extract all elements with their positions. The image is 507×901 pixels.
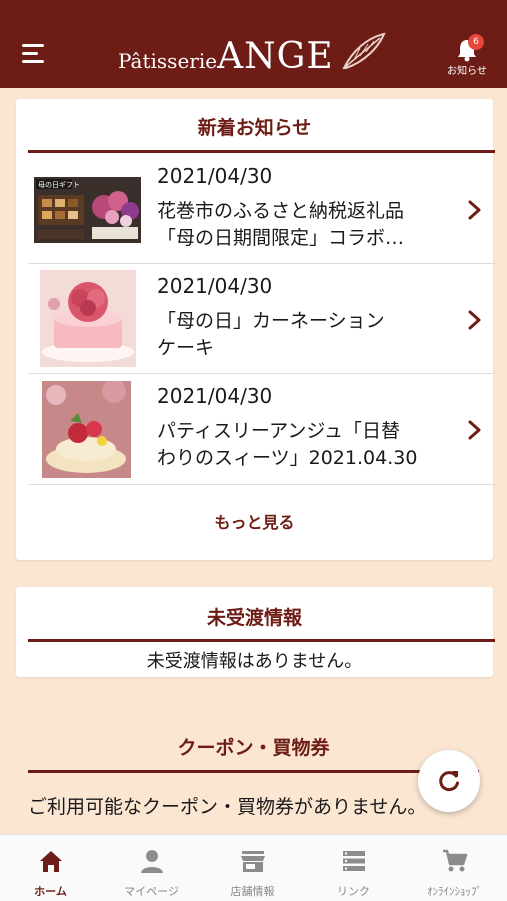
pending-message: 未受渡情報はありません。 [146,651,363,672]
app-header: PâtisserieANGE 6 お知らせ [0,0,507,88]
news-divider [28,263,495,264]
news-headline[interactable]: パティスリーアンジュ「日替 わりのスィーツ」2021.04.30 [157,418,457,472]
cart-icon [443,849,468,872]
nav-label: マイページ [124,885,179,898]
coupon-message: ご利用可能なクーポン・買物券がありません。 [28,796,427,818]
list-icon [343,851,365,871]
gift-box-photo-icon: 母の日ギフト [34,177,141,243]
news-thumbnail-gift: 母の日ギフト [34,177,141,243]
news-thumbnail-cake [40,270,136,367]
pending-title: 未受渡情報 [206,607,302,629]
nav-link[interactable]: リンク [303,835,404,901]
news-date: 2021/04/30 [157,274,273,298]
home-icon [40,851,62,872]
pending-card: 未受渡情報 未受渡情報はありません。 [16,587,495,677]
chevron-right-icon[interactable] [466,199,484,221]
chevron-right-icon[interactable] [466,419,484,441]
news-title: 新着お知らせ [197,117,312,139]
pending-title-rule [28,639,495,642]
logo-main: ANGE [217,36,334,77]
notification-label: お知らせ [447,66,487,77]
nav-label: リンク [337,885,370,898]
nav-mypage[interactable]: マイページ [101,835,202,901]
svg-text:母の日ギフト: 母の日ギフト [38,181,80,189]
news-divider [28,484,495,485]
nav-online-shop[interactable]: ｵﾝﾗｲﾝｼｮｯﾌﾟ [404,835,505,901]
news-thumbnail-sweets [42,381,131,478]
carnation-cake-photo-icon [40,270,136,367]
news-date: 2021/04/30 [157,164,273,188]
nav-label: ホーム [34,885,67,898]
nav-home[interactable]: ホーム [0,835,101,901]
chevron-right-icon[interactable] [466,309,484,331]
nav-label: 店舗情報 [230,885,275,898]
notification-button[interactable]: 6 お知らせ [445,34,489,80]
person-icon [141,850,163,873]
refresh-icon [439,771,459,792]
news-divider [28,373,495,374]
sweets-photo-icon [42,381,131,478]
news-title-rule [28,150,495,153]
nav-store[interactable]: 店舗情報 [202,835,303,901]
news-headline[interactable]: 花巻市のふるさと納税返礼品 「母の日期間限定」コラボ… [157,198,457,252]
leaf-icon [342,32,386,69]
store-icon [241,851,265,872]
menu-icon[interactable] [22,44,46,64]
refresh-button[interactable] [418,750,480,812]
notification-badge: 6 [468,34,484,50]
coupon-title-rule [28,770,479,773]
logo-prefix: Pâtisserie [118,49,218,73]
nav-label: ｵﾝﾗｲﾝｼｮｯﾌﾟ [427,885,482,898]
news-date: 2021/04/30 [157,384,273,408]
brand-logo: PâtisserieANGE [118,32,386,77]
more-link[interactable]: もっと見る [16,509,493,533]
news-headline[interactable]: 「母の日」カーネーション ケーキ [157,308,457,362]
news-card: 新着お知らせ 母の日ギフト 2021/04/30 花巻市のふるさと納税返礼品 「… [16,99,495,560]
bottom-navigation: ホーム マイページ 店舗情報 リンク ｵﾝﾗｲﾝｼｮｯﾌﾟ [0,834,507,901]
